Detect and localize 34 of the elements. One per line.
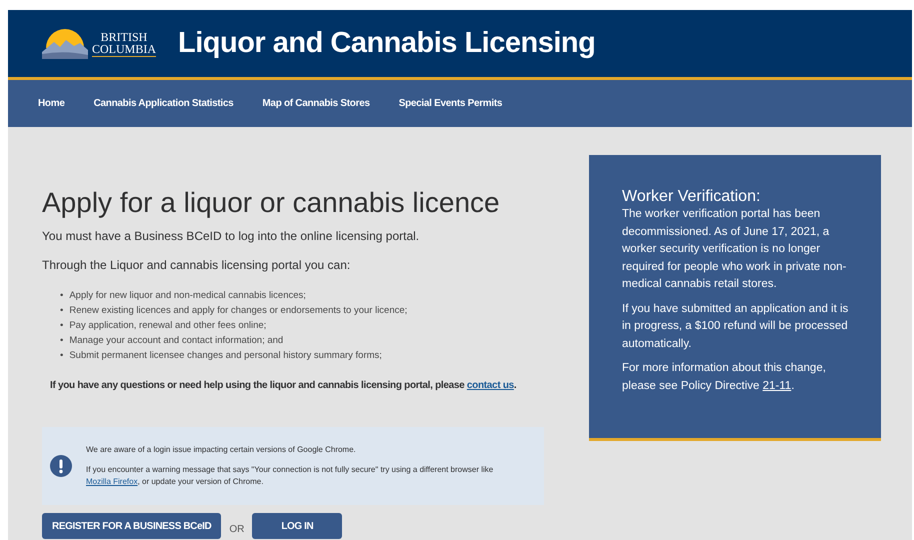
bullet-mark: • (60, 319, 64, 333)
bullet-item: Manage your account and contact information; and (69, 334, 284, 348)
exclamation-icon (50, 455, 72, 477)
bullet-item: Renew existing licences and apply for changes or endorsements to your licence; (69, 304, 408, 318)
logo-text: BRITISH COLUMBIA (92, 30, 156, 56)
lead-text: Through the Liquor and cannabis licensing portal you can: (42, 257, 352, 274)
panel-title: Worker Verification: (622, 188, 762, 206)
policy-link[interactable]: 21-11 (762, 380, 792, 392)
bullet-mark: • (60, 349, 64, 363)
bullet-item: Apply for new liquor and non-medical cannabis licences; (69, 289, 306, 303)
or-text: OR (229, 522, 244, 536)
nav-link[interactable]: Cannabis Application Statistics (94, 96, 234, 111)
login-button[interactable]: LOG IN (252, 513, 342, 539)
nav-link[interactable]: Home (38, 96, 65, 111)
panel-text: If you have submitted an application and it is in progress, a $100 refund will be processed automatically. (622, 302, 850, 352)
bullet-item: Submit permanent licensee changes and personal history summary forms; (69, 349, 382, 363)
register-button[interactable]: REGISTER FOR A BUSINESS BCeID (42, 513, 222, 539)
firefox-link[interactable]: Mozilla Firefox (86, 477, 138, 486)
bullet-item: Pay application, renewal and other fees online; (69, 319, 266, 333)
site-title: Liquor and Cannabis Licensing (178, 26, 596, 61)
nav-link[interactable]: Map of Cannabis Stores (262, 96, 370, 111)
bullet-mark: • (60, 304, 64, 318)
logo-icon (40, 28, 90, 60)
intro-text: You must have a Business BCeID to log into the online licensing portal. (42, 228, 420, 245)
panel-text: For more information about this change, please see Policy Directive 21-11. (622, 361, 827, 394)
alert-text: If you encounter a warning message that says "Your connection is not fully secure" try using a different browser like Mozilla Firefox, or update your version of Chrome. (86, 464, 494, 488)
nav-link[interactable]: Special Events Permits (398, 96, 502, 111)
bullet-mark: • (60, 289, 64, 303)
contact-link[interactable]: contact us (466, 380, 514, 391)
help-text: If you have any questions or need help using the liquor and cannabis licensing portal, please contact us. (49, 379, 518, 393)
bullet-mark: • (60, 334, 64, 348)
page-heading: Apply for a liquor or cannabis licence (42, 186, 501, 220)
panel-text: The worker verification portal has been decommissioned. As of June 17, 2021, a worker security verification is no longer required for people who work in private non-medical cannabis retail stores. (622, 207, 848, 292)
alert-text: We are aware of a login issue impacting certain versions of Google Chrome. (86, 444, 357, 456)
